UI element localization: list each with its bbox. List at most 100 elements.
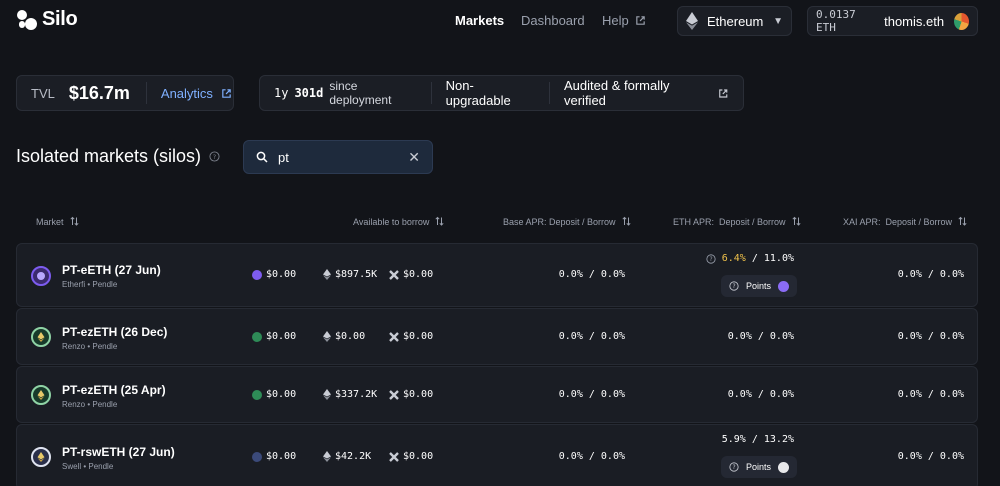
tvl-value: $16.7m [68, 82, 130, 103]
x-token-icon [389, 389, 399, 400]
token-available: $0.00 [252, 451, 296, 462]
sort-icon [69, 216, 79, 226]
sort-icon [791, 216, 801, 226]
deploy-suffix: since deployment [329, 79, 392, 107]
token-available: $0.00 [252, 389, 296, 400]
eth-apr-borrow: / 11.0% [745, 253, 794, 264]
column-header-base-apr[interactable]: Base APR: Deposit / Borrow [503, 216, 631, 227]
x-token-icon [389, 331, 399, 342]
points-badge[interactable]: ? Points [721, 456, 798, 478]
eth-available: $897.5K [323, 269, 377, 280]
chevron-down-icon: ▼ [773, 15, 783, 27]
network-select[interactable]: Ethereum ▼ [677, 6, 792, 36]
column-header-label: Market [36, 216, 64, 227]
divider [145, 82, 147, 104]
deploy-years: 1y [274, 86, 289, 100]
nav-help[interactable]: Help [602, 13, 646, 28]
external-link-icon [635, 16, 645, 25]
market-sub: Etherfi • Pendle [62, 280, 118, 289]
xai-available: $0.00 [389, 389, 433, 400]
table-row[interactable]: PT-ezETH (25 Apr) Renzo • Pendle $0.00 $… [16, 366, 978, 423]
column-header-available[interactable]: Available to borrow [353, 216, 444, 227]
logo-text: Silo [42, 8, 78, 30]
network-name: Ethereum [707, 13, 764, 29]
info-icon: ? [729, 462, 739, 472]
table-row[interactable]: PT-ezETH (26 Dec) Renzo • Pendle $0.00 $… [16, 308, 978, 365]
market-name: PT-rswETH (27 Jun) [62, 445, 175, 459]
svg-text:?: ? [709, 257, 712, 263]
wallet-name: thomis.eth [884, 13, 945, 29]
search-icon [256, 151, 268, 163]
token-available-value: $0.00 [266, 331, 297, 342]
token-mini-icon [252, 451, 262, 462]
info-icon: ? [729, 281, 739, 291]
eth-available-value: $42.2K [335, 451, 372, 462]
market-name: PT-ezETH (25 Apr) [62, 383, 166, 397]
deployment-panel: 1y 301d since deployment Non-upgradable … [259, 75, 744, 111]
eth-available-value: $897.5K [335, 269, 378, 280]
column-header-market[interactable]: Market [36, 216, 79, 227]
xai-apr: 0.0% / 0.0% [897, 269, 964, 280]
table-row[interactable]: PT-eETH (27 Jun) Etherfi • Pendle $0.00 … [16, 243, 978, 307]
token-ezeth-icon [31, 327, 51, 347]
base-apr: 0.0% / 0.0% [558, 269, 625, 280]
silo-logo[interactable]: Silo [16, 8, 78, 31]
token-available: $0.00 [252, 269, 296, 280]
etherfi-points-icon [778, 280, 790, 292]
column-header-xai-apr[interactable]: XAI APR: Deposit / Borrow [843, 216, 967, 227]
top-header: Silo Markets Dashboard Help Ethereum ▼ 0… [0, 0, 1000, 44]
ethereum-icon [323, 269, 331, 280]
eth-available: $42.2K [323, 451, 371, 462]
xai-available: $0.00 [389, 331, 433, 342]
base-apr: 0.0% / 0.0% [558, 451, 625, 462]
sort-icon [435, 216, 444, 226]
token-mini-icon [252, 331, 262, 342]
svg-text:?: ? [732, 465, 735, 471]
xai-available: $0.00 [389, 269, 433, 280]
column-header-eth-apr[interactable]: ETH APR: Deposit / Borrow [673, 216, 801, 227]
token-mini-icon [252, 389, 262, 400]
xai-apr: 0.0% / 0.0% [897, 451, 964, 462]
nav-markets[interactable]: Markets [455, 13, 504, 28]
xai-available-value: $0.00 [403, 331, 434, 342]
xai-available-value: $0.00 [403, 269, 434, 280]
base-apr: 0.0% / 0.0% [558, 331, 625, 342]
points-badge[interactable]: ? Points [721, 275, 798, 297]
upgradable-text: Non-upgradable [445, 78, 511, 108]
market-sub: Swell • Pendle [62, 462, 114, 471]
token-available-value: $0.00 [266, 451, 297, 462]
xai-available-value: $0.00 [403, 389, 434, 400]
market-name: PT-eETH (27 Jun) [62, 263, 161, 277]
nav-help-label: Help [602, 13, 629, 28]
base-apr: 0.0% / 0.0% [558, 389, 625, 400]
eth-available-value: $0.00 [335, 331, 366, 342]
audited-label: Audited & formally verified [564, 78, 670, 108]
eth-available: $337.2K [323, 389, 377, 400]
eth-available: $0.00 [323, 331, 365, 342]
avatar [954, 12, 969, 30]
market-sub: Renzo • Pendle [62, 400, 118, 409]
tvl-panel: TVL $16.7m Analytics [16, 75, 234, 111]
silo-logo-icon [17, 9, 37, 30]
deployment-info: 1y 301d since deployment [274, 79, 417, 107]
ethereum-icon [323, 331, 331, 342]
nav-dashboard[interactable]: Dashboard [521, 13, 585, 28]
eth-apr-deposit: 6.4% [721, 253, 746, 264]
market-sub: Renzo • Pendle [62, 342, 118, 351]
close-icon[interactable]: ✕ [408, 149, 420, 166]
token-available: $0.00 [252, 331, 296, 342]
xai-apr: 0.0% / 0.0% [897, 389, 964, 400]
sort-icon [622, 216, 631, 226]
points-label: Points [746, 281, 772, 291]
search-input[interactable] [278, 149, 399, 165]
column-header-label: Available to borrow [353, 216, 430, 227]
audited-link[interactable]: Audited & formally verified [550, 78, 743, 108]
tvl-label: TVL [31, 85, 55, 101]
wallet-button[interactable]: 0.0137 ETH thomis.eth [807, 6, 978, 36]
table-row[interactable]: PT-rswETH (27 Jun) Swell • Pendle $0.00 … [16, 424, 978, 486]
analytics-link[interactable]: Analytics [161, 86, 232, 101]
info-icon[interactable]: ? [209, 151, 220, 162]
eth-available-value: $337.2K [335, 389, 378, 400]
info-icon[interactable]: ? [706, 253, 716, 264]
eth-apr: 5.9% / 13.2% [721, 434, 794, 445]
